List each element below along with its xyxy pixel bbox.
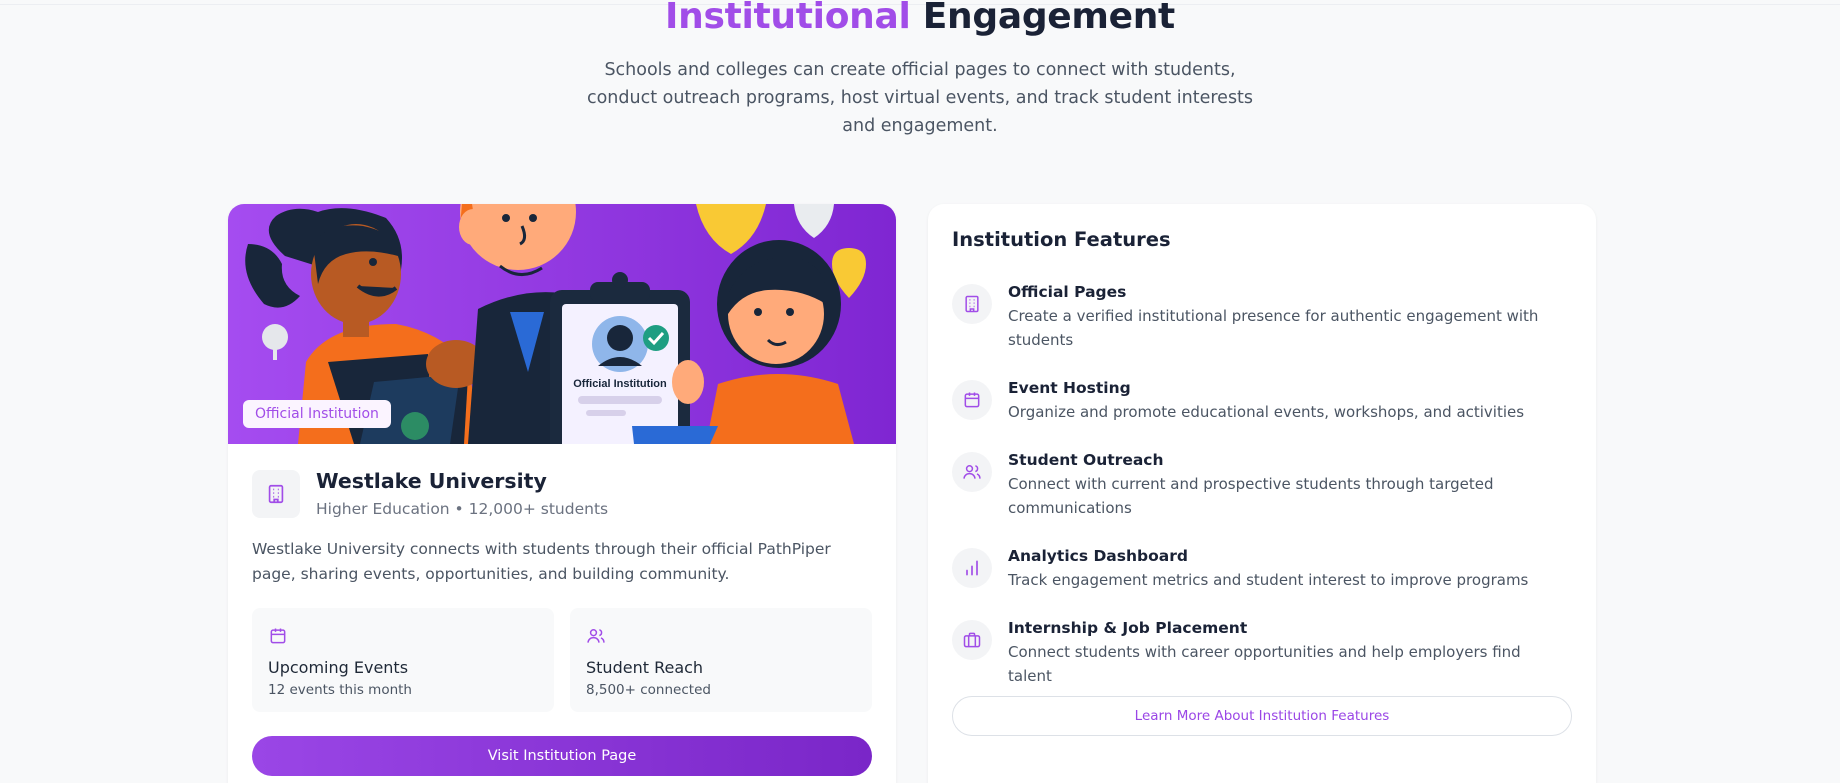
feature-title: Event Hosting [1008,379,1131,397]
feature-description: Connect students with career opportuniti… [1008,643,1521,685]
visit-institution-page-button[interactable]: Visit Institution Page [252,736,872,776]
stat-label: Upcoming Events [268,658,409,677]
briefcase-icon [952,620,992,660]
building-icon [952,284,992,324]
features-title: Institution Features [952,228,1171,251]
institution-features-card: Institution Features Official Pages Crea… [928,204,1596,783]
institution-description: Westlake University connects with studen… [252,540,831,583]
calendar-icon [952,380,992,420]
calendar-icon [268,626,288,650]
illustration-caption: Official Institution [573,378,667,390]
official-institution-badge: Official Institution [243,400,391,428]
stat-value: 12 events this month [268,682,412,698]
feature-title: Internship & Job Placement [1008,619,1248,637]
institution-name: Westlake University [316,469,547,493]
institution-card: Official Institution Official Institutio… [228,204,896,783]
stat-label: Student Reach [586,658,704,677]
learn-more-institution-features-button[interactable]: Learn More About Institution Features [952,696,1572,736]
stat-student-reach: Student Reach 8,500+ connected [570,608,872,712]
feature-description: Track engagement metrics and student int… [1008,571,1529,589]
section-title: Institutional Engagement [0,0,1840,37]
section-title-accent: Institutional [665,0,911,37]
users-icon [586,626,606,650]
feature-title: Student Outreach [1008,451,1164,469]
institution-banner: Official Institution Official Institutio… [228,204,896,444]
bar-chart-icon [952,548,992,588]
stat-value: 8,500+ connected [586,682,711,698]
institution-meta: Higher Education • 12,000+ students [316,500,609,518]
feature-description: Create a verified institutional presence… [1008,307,1539,349]
stat-upcoming-events: Upcoming Events 12 events this month [252,608,554,712]
section-subtitle: Schools and colleges can create official… [586,60,1254,136]
building-icon [252,470,300,518]
users-icon [952,452,992,492]
section-title-rest: Engagement [910,0,1176,37]
feature-title: Official Pages [1008,283,1127,301]
feature-description: Connect with current and prospective stu… [1008,475,1494,517]
feature-title: Analytics Dashboard [1008,547,1188,565]
feature-description: Organize and promote educational events,… [1008,403,1525,421]
